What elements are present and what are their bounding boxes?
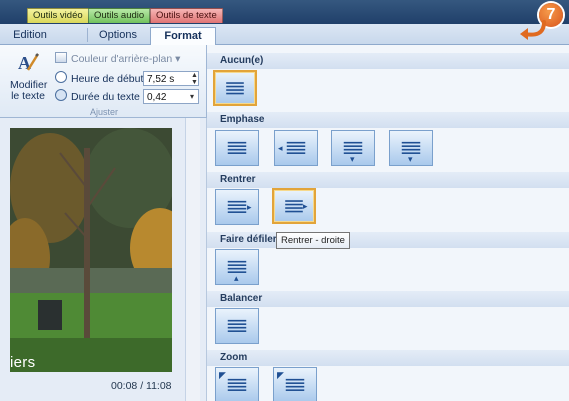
contextual-tab-text-tools[interactable]: Outils de texte (150, 8, 223, 23)
group-label-adjust: Ajuster (90, 107, 119, 117)
contextual-tab-video-tools[interactable]: Outils vidéo (27, 8, 89, 23)
duration-row: Durée du texte : (55, 89, 146, 105)
chevron-down-icon: ▾ (175, 53, 181, 65)
effect-preview-icon: ▾ (401, 141, 421, 165)
effect-zoom-1[interactable]: ◤ (215, 367, 259, 401)
effect-scroll[interactable]: ▴ (215, 249, 259, 285)
text-effects-gallery: Aucun(e) Emphase ◂ ▾ ▾ Rentrer ▸ ▸ Faire… (207, 45, 569, 401)
spin-up-icon[interactable]: ▲ (191, 72, 198, 79)
dropdown-arrow-icon[interactable]: ▾ (190, 93, 194, 101)
effect-emphasis-1[interactable] (215, 130, 259, 166)
section-header-zoom: Zoom (207, 350, 569, 366)
ribbon-group-adjust: A Modifier le texte Couleur d'arrière-pl… (0, 45, 207, 118)
effect-preview-icon (226, 82, 244, 95)
effect-fly-in-left[interactable]: ▸ (215, 189, 259, 225)
svg-text:▾: ▾ (350, 155, 355, 165)
effect-preview-icon: ▴ (227, 260, 247, 284)
section-header-scroll: Faire défiler (207, 232, 569, 248)
svg-text:◤: ◤ (277, 371, 284, 381)
ribbon-tab-row: Edition Options Format (0, 24, 569, 45)
effect-preview-icon: ◂ (278, 141, 306, 154)
edit-text-icon: A (18, 53, 40, 73)
section-header-fly-in: Rentrer (207, 172, 569, 188)
title-bar: Outils vidéo Outils audio Outils de text… (0, 0, 569, 24)
paint-bucket-icon (55, 52, 67, 63)
tab-edition[interactable]: Edition (0, 27, 60, 44)
section-header-emphasis: Emphase (207, 112, 569, 128)
edit-text-label: Modifier le texte (10, 79, 48, 102)
tab-options[interactable]: Options (88, 27, 148, 44)
start-time-row: Heure de début : (55, 71, 149, 87)
preview-scrollbar[interactable] (185, 118, 200, 401)
edit-text-button[interactable]: A Modifier le texte (10, 48, 48, 102)
effect-preview-icon: ▾ (343, 141, 363, 165)
video-frame-image (10, 128, 172, 372)
tooltip: Rentrer - droite (276, 232, 350, 249)
duration-label: Durée du texte : (71, 91, 146, 103)
effect-swing[interactable] (215, 308, 259, 344)
clock-icon (55, 71, 67, 83)
effect-preview-icon: ◤ (277, 371, 305, 391)
contextual-tab-audio-tools[interactable]: Outils audio (88, 8, 151, 23)
section-header-none: Aucun(e) (207, 53, 569, 69)
effect-fly-in-right[interactable]: ▸ (272, 188, 316, 224)
svg-text:◂: ◂ (278, 144, 283, 154)
svg-text:▸: ▸ (303, 202, 308, 212)
background-color-label: Couleur d'arrière-plan (71, 53, 173, 65)
effect-none[interactable] (213, 70, 257, 106)
effect-preview-icon: ▸ (227, 200, 252, 213)
effect-emphasis-4[interactable]: ▾ (389, 130, 433, 166)
effect-zoom-2[interactable]: ◤ (273, 367, 317, 401)
start-time-label: Heure de début : (71, 73, 150, 85)
spin-down-icon[interactable]: ▼ (191, 79, 198, 86)
tab-format[interactable]: Format (150, 27, 216, 45)
video-caption-text: iers (10, 354, 36, 371)
effect-preview-icon (227, 319, 247, 332)
playback-time: 00:08 / 11:08 (111, 380, 172, 392)
effect-preview-icon (227, 141, 247, 154)
svg-text:◤: ◤ (219, 371, 226, 381)
svg-text:▾: ▾ (408, 155, 413, 165)
section-header-swing: Balancer (207, 291, 569, 307)
svg-text:▸: ▸ (247, 203, 252, 213)
effect-emphasis-3[interactable]: ▾ (331, 130, 375, 166)
effect-emphasis-2[interactable]: ◂ (274, 130, 318, 166)
svg-text:▴: ▴ (234, 274, 239, 284)
video-preview[interactable] (10, 128, 172, 372)
background-color-button[interactable]: Couleur d'arrière-plan ▾ (55, 51, 180, 67)
effect-preview-icon: ◤ (219, 371, 247, 391)
curved-arrow-icon (520, 20, 546, 40)
effect-preview-icon: ▸ (285, 200, 308, 213)
timer-icon (55, 89, 67, 101)
